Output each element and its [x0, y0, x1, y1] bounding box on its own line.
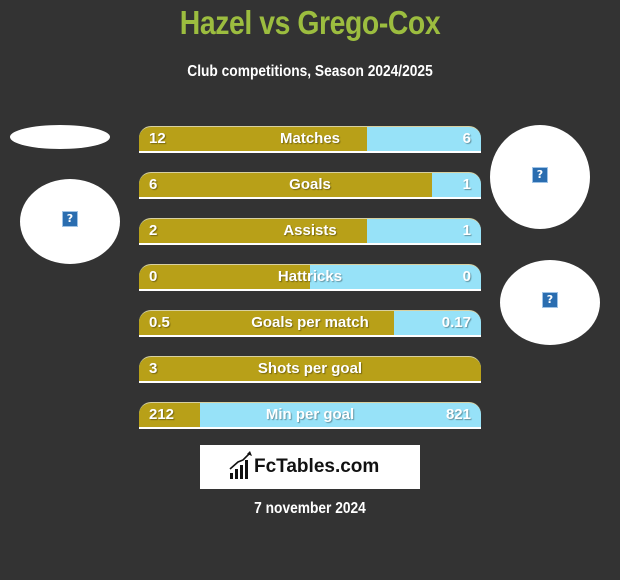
logo-text: FcTables.com [254, 456, 380, 477]
broken-image-icon: ? [532, 167, 548, 183]
right-value: 821 [445, 406, 471, 423]
stat-row-min-per-goal: 212 Min per goal 821 [139, 402, 481, 429]
broken-image-icon: ? [62, 211, 78, 227]
stat-row-shots-per-goal: 3 Shots per goal [139, 356, 481, 383]
left-player-photo: ? [20, 179, 120, 264]
stat-row-goals-per-match: 0.5 Goals per match 0.17 [139, 310, 481, 337]
stat-row-assists: 2 Assists 1 [139, 218, 481, 245]
bar-chart-logo-icon [229, 451, 252, 479]
stat-label: Shots per goal [257, 360, 363, 377]
right-value: 0 [462, 268, 471, 285]
stat-row-goals: 6 Goals 1 [139, 172, 481, 199]
stat-label: Min per goal [265, 406, 355, 423]
stat-row-hattricks: 0 Hattricks 0 [139, 264, 481, 291]
left-team-logo-placeholder [10, 125, 110, 149]
stat-label: Matches [279, 130, 341, 147]
stat-label: Assists [283, 222, 337, 239]
right-team-logo: ? [500, 260, 600, 345]
stat-label: Goals [289, 176, 331, 193]
stat-label: Hattricks [277, 268, 343, 285]
page-subtitle: Club competitions, Season 2024/2025 [187, 63, 433, 80]
page-title: Hazel vs Grego-Cox [179, 4, 441, 41]
right-value: 1 [462, 176, 471, 193]
right-value: 0.17 [441, 314, 471, 331]
stat-row-matches: 12 Matches 6 [139, 126, 481, 153]
stat-label: Goals per match [251, 314, 369, 331]
right-value: 6 [462, 130, 471, 147]
broken-image-icon: ? [542, 292, 558, 308]
fctables-logo[interactable]: FcTables.com [200, 445, 420, 489]
right-player-photo: ? [490, 125, 590, 229]
date-label: 7 november 2024 [254, 500, 366, 517]
right-value: 1 [462, 222, 471, 239]
